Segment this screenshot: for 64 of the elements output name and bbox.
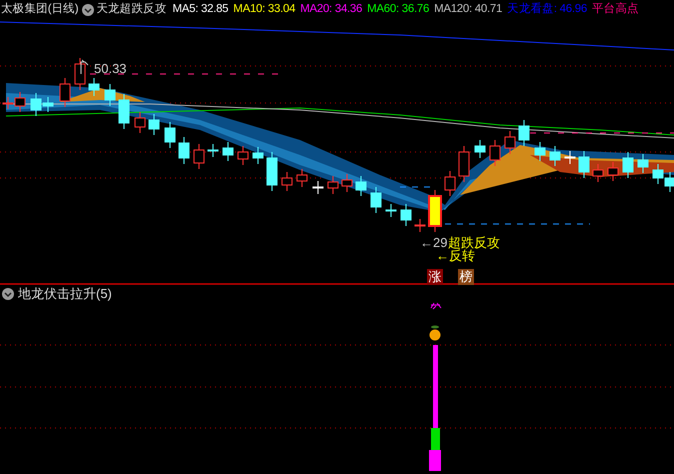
candlestick [428,190,442,232]
badge-tag: 榜 [458,269,474,285]
candlestick [414,218,426,232]
candlestick [118,94,130,130]
candlestick [664,172,674,192]
candlestick [342,174,352,192]
indicator-name: 天龙超跌反攻 [96,4,166,16]
candlestick [164,122,176,148]
candlestick [622,152,634,178]
candlestick [518,120,530,146]
candlestick [564,150,576,164]
candlestick [252,146,264,164]
ma-reading: MA10: 33.04 [233,4,296,16]
ma-reading: 平台高点 [592,4,639,16]
indicator-name: 地龙伏击拉升(5) [18,287,112,300]
ma-reading: MA60: 36.76 [367,4,430,16]
badge-tag: 涨 [427,269,443,285]
candlestick [238,146,248,166]
candlestick [148,114,160,136]
candlestick [370,186,382,214]
candlestick [474,140,486,158]
price-label: ←29 [420,236,448,249]
candlestick [504,130,516,154]
candlestick [88,78,100,96]
signal-mark-icon [430,302,442,310]
candlestick [490,140,500,166]
candlestick [178,136,190,164]
candlestick [208,144,218,158]
candlestick [74,58,86,90]
ma-reading: MA120: 40.71 [434,4,502,16]
candlestick [534,142,546,162]
candlestick [296,168,308,188]
candlestick [194,144,204,170]
stock-title: 太极集团(日线) [1,4,78,16]
candlestick [578,150,590,178]
candlestick [652,164,664,184]
chevron-down-icon[interactable] [2,288,14,300]
candlestick [282,172,292,192]
candlestick [356,176,366,196]
fruit-icon [430,326,440,340]
candlestick [328,176,338,194]
candlestick [266,152,278,192]
candlestick [400,204,412,226]
candlestick [134,112,146,134]
signal-label: 超跌反攻 [448,236,500,249]
ma-reading: MA5: 32.85 [172,4,228,16]
chevron-down-icon[interactable] [82,4,94,16]
candlestick [550,146,560,166]
candlestick [60,78,70,108]
candlestick [386,204,396,218]
candlestick [444,170,456,196]
price-label: 50.33 [94,62,127,75]
arrow-icon [80,60,88,74]
ma-reading: MA20: 34.36 [300,4,362,16]
candlestick [222,142,234,162]
candlestick [312,180,324,194]
candlestick [638,154,648,174]
candlestick [458,146,470,182]
candlestick [104,84,116,106]
ma-reading: 天龙看盘: 46.96 [507,4,587,16]
candlestick [592,164,604,182]
signal-label: ←反转 [436,249,475,262]
price-level-line [400,186,432,188]
candlestick [608,162,618,182]
